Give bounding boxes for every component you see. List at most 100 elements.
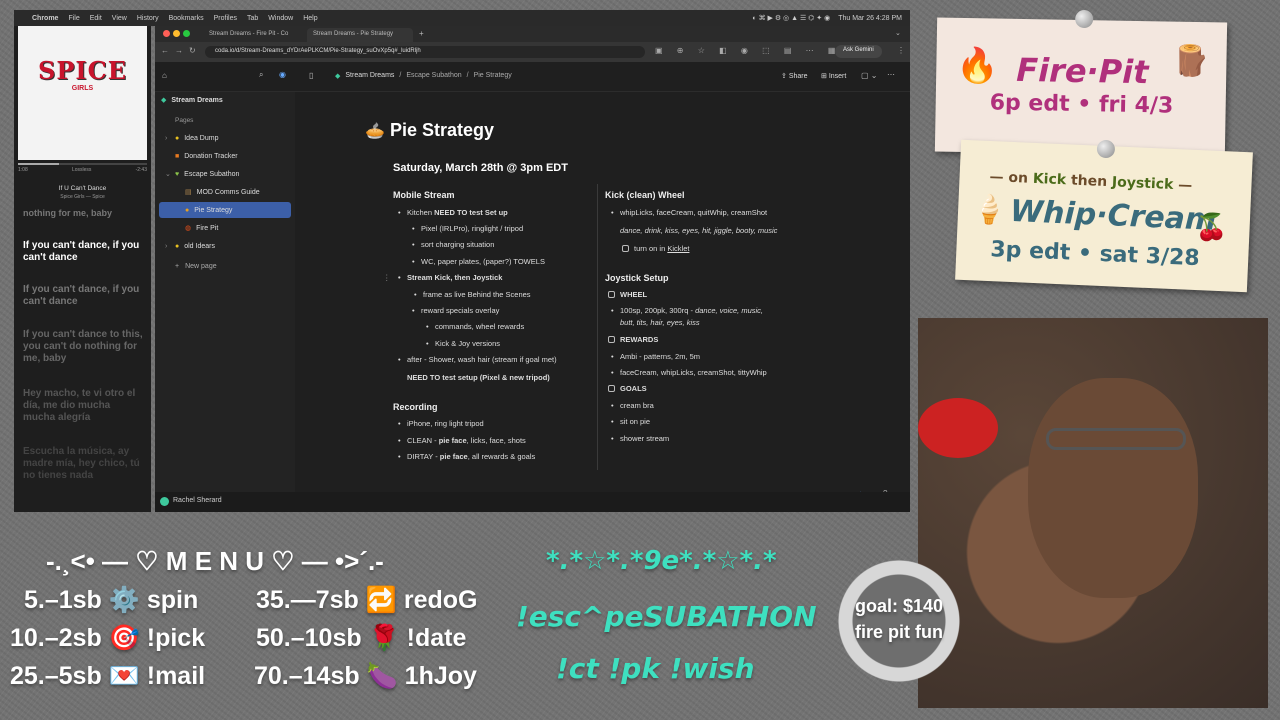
- kick-wheel-options[interactable]: dance, drink, kiss, eyes, hit, jiggle, b…: [620, 226, 777, 235]
- fire-icon: 🔥: [956, 45, 1000, 87]
- sidebar-item-idea-dump[interactable]: › ● Idea Dump: [159, 130, 291, 146]
- menu-history[interactable]: History: [137, 15, 159, 22]
- list-item[interactable]: iPhone, ring light tripod: [398, 419, 484, 428]
- list-item[interactable]: commands, wheel rewards: [426, 322, 524, 331]
- menu-item-redo: 35.—7sb 🔁 redoG: [256, 586, 478, 614]
- back-icon[interactable]: ←: [161, 46, 169, 55]
- menu-tab[interactable]: Tab: [247, 15, 258, 22]
- list-item[interactable]: shower stream: [611, 434, 669, 443]
- breadcrumb-escape-subathon[interactable]: Escape Subathon: [406, 72, 461, 80]
- user-name[interactable]: Rachel Sherard: [173, 497, 222, 504]
- menubar-app[interactable]: Chrome: [32, 15, 58, 22]
- list-item[interactable]: Stream Kick, then Joystick: [398, 273, 503, 282]
- menu-profiles[interactable]: Profiles: [214, 15, 237, 22]
- forward-icon[interactable]: →: [175, 46, 183, 55]
- home-icon[interactable]: ⌂: [162, 71, 167, 80]
- pages-label: Pages: [175, 116, 194, 124]
- list-item[interactable]: CLEAN - pie face, licks, face, shots: [398, 436, 526, 445]
- tab-search-icon[interactable]: ⌄: [895, 29, 901, 37]
- list-item[interactable]: cream bra: [611, 401, 654, 410]
- album-art: SPICE GIRLS: [18, 26, 147, 160]
- menu-help[interactable]: Help: [303, 15, 317, 22]
- sidebar-item-old-idears[interactable]: › ● old Idears: [159, 238, 291, 254]
- sidebar-toggle-icon[interactable]: ▯: [309, 71, 313, 80]
- list-item[interactable]: Ambi - patterns, 2m, 5m: [611, 352, 700, 361]
- mobile-stream-heading: Mobile Stream: [393, 190, 455, 200]
- list-item[interactable]: frame as live Behind the Scenes: [414, 290, 531, 299]
- kicklet-label: turn on in Kicklet: [634, 244, 690, 253]
- insert-button[interactable]: ⊞ Insert: [821, 72, 846, 80]
- streamer-silhouette: [1028, 378, 1198, 598]
- minimize-window-icon[interactable]: [173, 30, 180, 37]
- rewards-checkbox[interactable]: [608, 336, 615, 343]
- breadcrumb: ◆ Stream Dreams / Escape Subathon / Pie St…: [335, 72, 512, 80]
- list-item[interactable]: sort charging situation: [412, 240, 494, 249]
- list-item[interactable]: Kick & Joy versions: [426, 339, 500, 348]
- close-window-icon[interactable]: [163, 30, 170, 37]
- playback-progress[interactable]: [18, 163, 147, 165]
- menu-edit[interactable]: Edit: [90, 15, 102, 22]
- document-canvas: 🥧 Pie Strategy Saturday, March 28th @ 3p…: [295, 92, 910, 500]
- list-item[interactable]: WC, paper plates, (paper?) TOWELS: [412, 257, 545, 266]
- list-item[interactable]: DIRTAY - pie face, all rewards & goals: [398, 452, 535, 461]
- kicklet-checkbox[interactable]: [622, 245, 629, 252]
- sidebar-item-escape-subathon[interactable]: ⌄ ♥ Escape Subathon: [159, 166, 291, 182]
- new-page-button[interactable]: + New page: [159, 258, 291, 274]
- comments-icon[interactable]: ▢ ⌄: [861, 71, 877, 80]
- push-pin-icon: [1075, 9, 1094, 29]
- sidebar-item-donation-tracker[interactable]: ■ Donation Tracker: [159, 148, 291, 164]
- reload-icon[interactable]: ↻: [189, 46, 196, 55]
- whip-cream-title: Whip·Cream: [1009, 193, 1217, 238]
- coda-footer: Rachel Sherard: [155, 492, 910, 512]
- list-item[interactable]: reward specials overlay: [412, 306, 499, 315]
- wheel-checkbox[interactable]: [608, 291, 615, 298]
- breadcrumb-stream-dreams[interactable]: Stream Dreams: [345, 72, 394, 80]
- rewards-label: REWARDS: [620, 335, 659, 344]
- user-avatar[interactable]: [160, 497, 169, 506]
- list-item[interactable]: faceCream, whipLicks, creamShot, tittyWh…: [611, 368, 767, 377]
- menubar-clock[interactable]: Thu Mar 26 4:28 PM: [838, 15, 902, 22]
- list-item[interactable]: sit on pie: [611, 417, 650, 426]
- drag-handle-icon[interactable]: ⋮: [383, 273, 391, 282]
- tab-pie-strategy[interactable]: Stream Dreams - Pie Strategy: [307, 28, 413, 42]
- sidebar-item-mod-comms[interactable]: ▤ MOD Comms Guide: [159, 184, 291, 200]
- workspace-title[interactable]: ◆ Stream Dreams: [159, 92, 291, 108]
- goal-meter: [818, 556, 980, 686]
- song-title: If U Can't Dance: [58, 185, 107, 192]
- share-button[interactable]: ⇪ Share: [781, 72, 808, 80]
- tab-fire-pit[interactable]: Stream Dreams - Fire Pit - Co: [203, 28, 303, 42]
- menu-window[interactable]: Window: [268, 15, 293, 22]
- list-item[interactable]: NEED TO test setup (Pixel & new tripod): [407, 373, 550, 382]
- more-options-icon[interactable]: ⋯: [887, 70, 895, 79]
- column-divider: [597, 184, 598, 470]
- menu-bookmarks[interactable]: Bookmarks: [169, 15, 204, 22]
- lyric-line: Escucha la música, ay madre mía, hey chi…: [23, 446, 140, 481]
- menu-item-pick: 10.–2sb 🎯 !pick: [10, 624, 206, 652]
- goal-label: fire pit fun: [855, 622, 943, 642]
- list-item[interactable]: whipLicks, faceCream, quitWhip, creamSho…: [611, 208, 767, 217]
- sidebar-item-pie-strategy[interactable]: ● Pie Strategy: [159, 202, 291, 218]
- status-icons[interactable]: ◐ ⌘ ▶ ⚙ ◎ ▲ ☰ ⌬ ✦ ◉: [752, 14, 830, 22]
- list-item[interactable]: after - Shower, wash hair (stream if goa…: [398, 355, 557, 364]
- album-sub: GIRLS: [71, 85, 94, 92]
- new-tab-icon[interactable]: +: [419, 29, 424, 38]
- wheel-options-cont[interactable]: butt, tits, hair, eyes, kiss: [620, 318, 700, 327]
- zoom-window-icon[interactable]: [183, 30, 190, 37]
- chrome-menu-icon[interactable]: ⋮: [897, 46, 905, 55]
- menu-item-joy: 70.–14sb 🍆 1hJoy: [254, 662, 477, 690]
- activity-icon[interactable]: ◉: [279, 70, 286, 79]
- list-item[interactable]: 100sp, 200pk, 300rq - dance, voice, musi…: [611, 306, 763, 315]
- search-icon[interactable]: ⌕: [259, 70, 263, 80]
- toolbar: ← → ↻ coda.io/d/Stream-Dreams_dYDrAePLKC…: [155, 42, 910, 62]
- address-bar[interactable]: coda.io/d/Stream-Dreams_dYDrAePLKCM/Pie-…: [205, 46, 645, 58]
- menu-file[interactable]: File: [68, 15, 79, 22]
- ask-gemini-button[interactable]: Ask Gemini: [835, 45, 882, 58]
- extension-icons[interactable]: ▣ ⊕ ☆ ◧ ◉ ⬚ ▤ ⋯ ▦: [655, 46, 841, 55]
- list-item[interactable]: Pixel (IRLPro), ringlight / tripod: [412, 224, 523, 233]
- list-item[interactable]: Kitchen NEED TO test Set up: [398, 208, 508, 217]
- whip-cream-time: 3p edt • sat 3/28: [989, 237, 1201, 272]
- breadcrumb-pie-strategy[interactable]: Pie Strategy: [474, 72, 512, 80]
- goals-checkbox[interactable]: [608, 385, 615, 392]
- sidebar-item-fire-pit[interactable]: ◍ Fire Pit: [159, 220, 291, 236]
- menu-view[interactable]: View: [112, 15, 127, 22]
